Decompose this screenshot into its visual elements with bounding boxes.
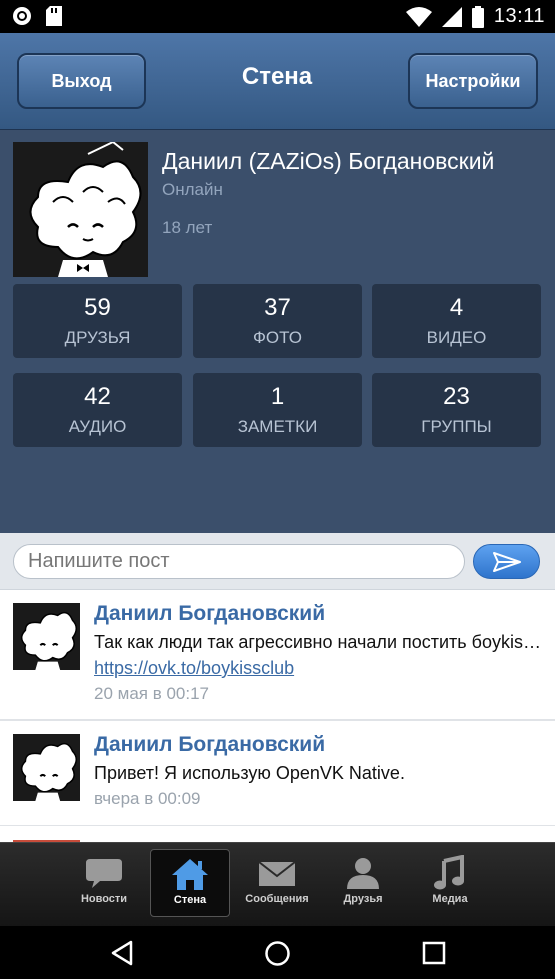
bottom-tab-bar: Новости Стена Сообщения Друзья Медиа xyxy=(0,842,555,926)
home-icon xyxy=(172,859,208,890)
photos-counter[interactable]: 37 ФОТО xyxy=(193,284,362,358)
wall-post-partial[interactable] xyxy=(0,826,555,842)
home-circle-icon[interactable] xyxy=(264,940,291,967)
page-title: Стена xyxy=(241,63,313,90)
avatar-drawing xyxy=(13,142,148,277)
logout-button[interactable]: Выход xyxy=(17,53,146,109)
back-icon[interactable] xyxy=(110,940,134,966)
envelope-icon xyxy=(258,861,296,886)
wall-post[interactable]: Даниил Богдановский Так как люди так агр… xyxy=(0,590,555,721)
post-avatar[interactable] xyxy=(13,603,80,670)
chat-bubble-icon xyxy=(86,859,122,888)
counter-value: 42 xyxy=(84,383,111,410)
tab-label: Друзья xyxy=(343,893,383,905)
wall-post[interactable]: Даниил Богдановский Привет! Я использую … xyxy=(0,721,555,827)
profile-section: Даниил (ZAZiOs) Богдановский Онлайн 18 л… xyxy=(0,130,555,533)
app-header: Выход Стена Настройки xyxy=(0,33,555,130)
tab-wall[interactable]: Стена xyxy=(150,849,230,917)
online-status: Онлайн xyxy=(162,180,223,199)
counter-value: 4 xyxy=(449,294,464,321)
tab-messages[interactable]: Сообщения xyxy=(237,849,317,917)
wifi-icon xyxy=(405,6,432,27)
groups-counter[interactable]: 23 ГРУППЫ xyxy=(372,373,541,447)
status-bar: 13:11 xyxy=(0,0,555,33)
post-author[interactable]: Даниил Богдановский xyxy=(94,733,325,757)
wall-feed: Даниил Богдановский Так как люди так агр… xyxy=(0,590,555,842)
sd-card-icon xyxy=(46,6,62,26)
post-date: вчера в 00:09 xyxy=(94,789,201,808)
clock: 13:11 xyxy=(493,5,545,27)
system-nav-bar xyxy=(0,926,555,979)
tab-label: Стена xyxy=(173,894,207,906)
videos-counter[interactable]: 4 ВИДЕО xyxy=(372,284,541,358)
post-date: 20 мая в 00:17 xyxy=(94,684,209,703)
post-composer xyxy=(0,533,555,590)
music-note-icon xyxy=(434,855,464,890)
tab-label: Медиа xyxy=(432,893,468,905)
profile-name: Даниил (ZAZiOs) Богдановский xyxy=(162,148,495,174)
counter-label: ДРУЗЬЯ xyxy=(64,328,131,347)
settings-button[interactable]: Настройки xyxy=(408,53,538,109)
send-button[interactable] xyxy=(473,544,540,579)
avatar-drawing xyxy=(13,603,80,670)
post-input[interactable] xyxy=(13,544,465,579)
counter-value: 59 xyxy=(84,294,111,321)
audio-counter[interactable]: 42 АУДИО xyxy=(13,373,182,447)
post-author[interactable]: Даниил Богдановский xyxy=(94,602,325,626)
send-icon xyxy=(492,551,521,572)
avatar[interactable] xyxy=(13,142,148,277)
recents-icon[interactable] xyxy=(422,941,446,965)
battery-icon xyxy=(471,5,484,28)
avatar-drawing xyxy=(13,734,80,801)
post-text: Так как люди так агрессивно начали пости… xyxy=(94,632,544,652)
counter-label: ЗАМЕТКИ xyxy=(237,417,318,436)
tab-label: Новости xyxy=(80,893,128,905)
person-icon xyxy=(347,858,379,889)
counter-value: 1 xyxy=(270,383,285,410)
tab-news[interactable]: Новости xyxy=(64,849,144,917)
signal-icon xyxy=(441,6,462,27)
counter-value: 37 xyxy=(264,294,291,321)
counter-label: ВИДЕО xyxy=(426,328,487,347)
tab-label: Сообщения xyxy=(245,893,309,905)
record-icon xyxy=(13,7,31,25)
post-avatar[interactable] xyxy=(13,734,80,801)
notes-counter[interactable]: 1 ЗАМЕТКИ xyxy=(193,373,362,447)
tab-friends[interactable]: Друзья xyxy=(323,849,403,917)
tab-media[interactable]: Медиа xyxy=(410,849,490,917)
counter-value: 23 xyxy=(443,383,470,410)
counter-label: ГРУППЫ xyxy=(421,417,492,436)
post-link[interactable]: https://ovk.to/boykissclub xyxy=(94,658,294,679)
counter-label: ФОТО xyxy=(253,328,302,347)
friends-counter[interactable]: 59 ДРУЗЬЯ xyxy=(13,284,182,358)
profile-age: 18 лет xyxy=(162,218,213,237)
counter-label: АУДИО xyxy=(68,417,127,436)
post-text: Привет! Я использую OpenVK Native. xyxy=(94,763,405,783)
